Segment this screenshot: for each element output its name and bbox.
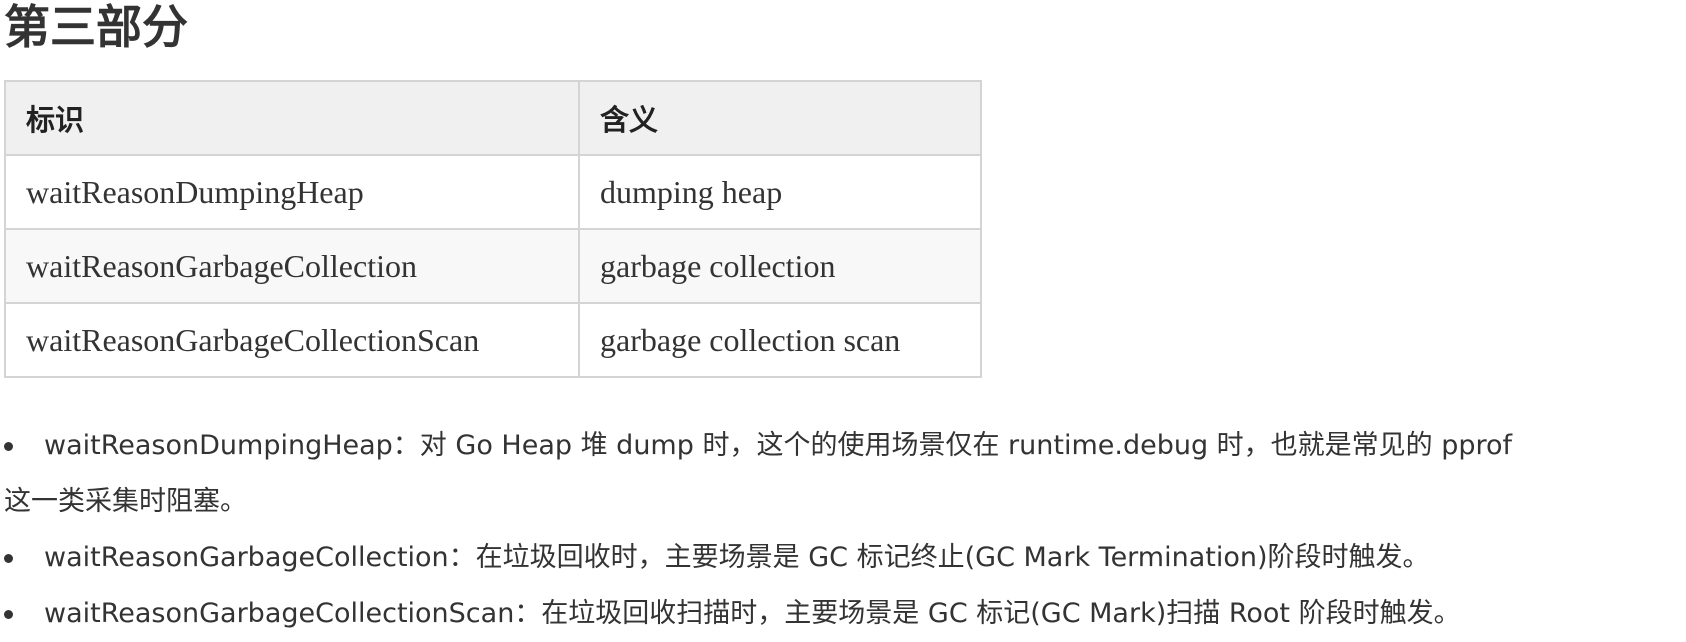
table-cell-identifier: waitReasonGarbageCollection <box>4 228 580 304</box>
table-row: waitReasonDumpingHeap dumping heap <box>4 154 982 230</box>
table-row: waitReasonGarbageCollection garbage coll… <box>4 228 982 304</box>
list-item-text: waitReasonDumpingHeap：对 Go Heap 堆 dump 时… <box>44 430 1513 461</box>
column-header-identifier: 标识 <box>4 80 580 156</box>
bullet-icon <box>4 610 13 619</box>
list-item-text: waitReasonGarbageCollectionScan：在垃圾回收扫描时… <box>44 598 1461 629</box>
table-cell-meaning: garbage collection <box>578 228 982 304</box>
table-row: waitReasonGarbageCollectionScan garbage … <box>4 302 982 378</box>
bullet-icon <box>4 554 13 563</box>
section-heading: 第三部分 <box>4 0 188 54</box>
list-item-text-continued: 这一类采集时阻塞。 <box>4 486 247 517</box>
list-item: waitReasonGarbageCollectionScan：在垃圾回收扫描时… <box>4 586 1684 642</box>
list-item: waitReasonGarbageCollection：在垃圾回收时，主要场景是… <box>4 530 1684 586</box>
column-header-meaning: 含义 <box>578 80 982 156</box>
wait-reason-table: 标识 含义 waitReasonDumpingHeap dumping heap… <box>4 80 982 378</box>
table-cell-identifier: waitReasonDumpingHeap <box>4 154 580 230</box>
table-cell-meaning: dumping heap <box>578 154 982 230</box>
table-header-row: 标识 含义 <box>4 80 982 156</box>
list-item-text: waitReasonGarbageCollection：在垃圾回收时，主要场景是… <box>44 542 1430 573</box>
bullet-icon <box>4 442 13 451</box>
explanation-list: waitReasonDumpingHeap：对 Go Heap 堆 dump 时… <box>4 418 1684 642</box>
list-item: waitReasonDumpingHeap：对 Go Heap 堆 dump 时… <box>4 418 1684 530</box>
table-cell-meaning: garbage collection scan <box>578 302 982 378</box>
table-cell-identifier: waitReasonGarbageCollectionScan <box>4 302 580 378</box>
